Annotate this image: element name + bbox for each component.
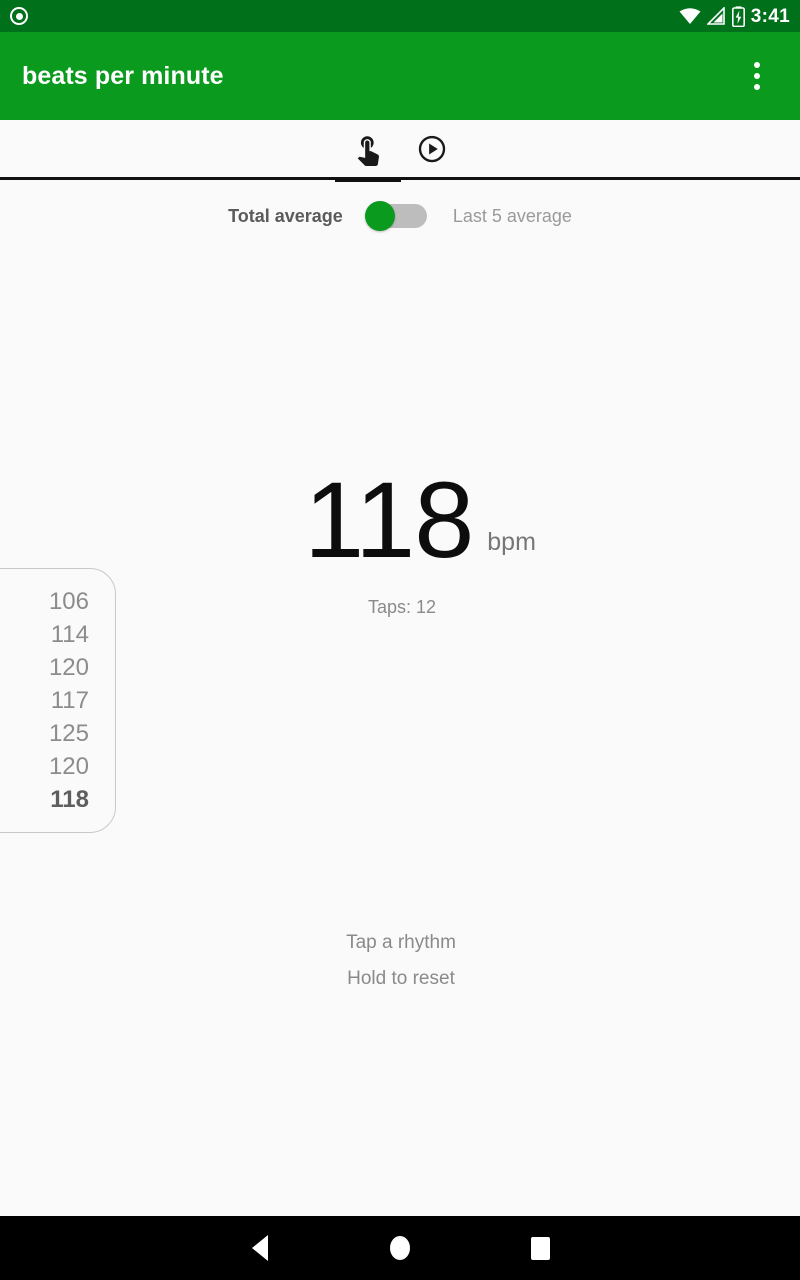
history-card[interactable]: 106 114 120 117 125 120 118 xyxy=(0,568,116,833)
hint-area: Tap a rhythm Hold to reset xyxy=(0,925,800,997)
list-item: 125 xyxy=(48,720,89,747)
battery-charging-icon xyxy=(731,5,745,27)
tab-tap[interactable] xyxy=(335,119,401,182)
recents-square-icon xyxy=(530,1236,550,1260)
hint-hold-reset: Hold to reset xyxy=(347,968,455,989)
status-bar: 3:41 xyxy=(0,0,800,32)
play-circle-outline-icon xyxy=(418,135,446,162)
status-bar-right: 3:41 xyxy=(679,5,790,27)
bpm-value: 118 xyxy=(304,459,474,580)
switch-knob xyxy=(364,201,395,231)
nav-recents-button[interactable] xyxy=(470,1216,610,1280)
bpm-unit-label: bpm xyxy=(487,528,536,557)
taps-count-label: Taps: 12 xyxy=(367,597,437,618)
total-average-label[interactable]: Total average xyxy=(228,206,343,227)
notification-circle-icon xyxy=(10,7,28,25)
last-5-average-label[interactable]: Last 5 average xyxy=(453,206,572,227)
list-item: 106 xyxy=(48,588,89,615)
nav-back-button[interactable] xyxy=(190,1216,330,1280)
bpm-line: 118 bpm xyxy=(0,459,800,580)
list-item-current: 118 xyxy=(50,786,89,813)
android-nav-bar xyxy=(0,1216,800,1280)
status-bar-left xyxy=(10,7,28,25)
average-mode-switch[interactable] xyxy=(364,201,427,231)
signal-cellular-icon xyxy=(706,7,725,25)
nav-home-button[interactable] xyxy=(330,1216,470,1280)
page-title: beats per minute xyxy=(22,61,224,90)
hint-tap-rhythm: Tap a rhythm xyxy=(346,932,456,953)
average-mode-row: Total average Last 5 average xyxy=(0,201,800,231)
wifi-icon xyxy=(679,8,701,24)
home-circle-icon xyxy=(390,1236,410,1260)
list-item: 120 xyxy=(48,753,89,780)
app-bar: beats per minute xyxy=(0,32,800,120)
touch-app-icon xyxy=(357,135,379,166)
list-item: 120 xyxy=(48,654,89,681)
bpm-display: 118 bpm Taps: 12 xyxy=(0,459,800,618)
tab-bar xyxy=(0,119,800,182)
list-item: 114 xyxy=(50,621,89,648)
back-triangle-icon xyxy=(252,1235,268,1261)
more-vert-icon[interactable] xyxy=(734,48,780,104)
status-bar-clock: 3:41 xyxy=(750,5,790,27)
tab-play[interactable] xyxy=(400,119,464,179)
list-item: 117 xyxy=(50,687,89,714)
